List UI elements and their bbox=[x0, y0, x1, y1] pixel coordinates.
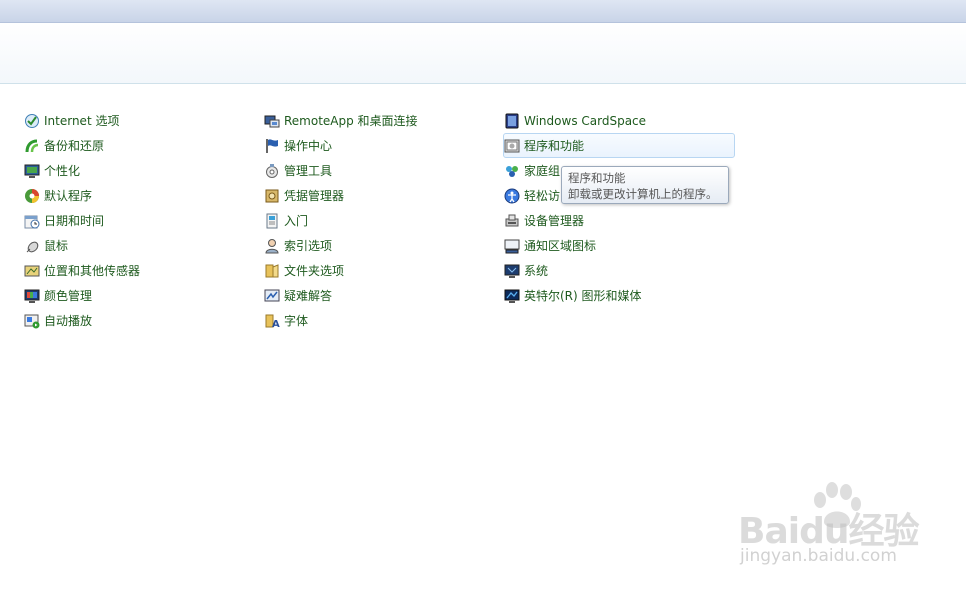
cp-item-label: 自动播放 bbox=[44, 314, 93, 328]
cp-item-credential-manager[interactable]: 凭据管理器 bbox=[263, 183, 495, 208]
cp-item-cardspace[interactable]: Windows CardSpace bbox=[503, 108, 735, 133]
backup-restore-icon bbox=[24, 138, 40, 154]
cp-item-label: 设备管理器 bbox=[524, 214, 585, 228]
homegroup-icon bbox=[504, 163, 520, 179]
cp-item-label: Internet 选项 bbox=[44, 114, 120, 128]
remoteapp-icon bbox=[264, 113, 280, 129]
cp-item-label: 疑难解答 bbox=[284, 289, 333, 303]
cp-item-color-management[interactable]: 颜色管理 bbox=[23, 283, 255, 308]
cp-item-label: 鼠标 bbox=[44, 239, 69, 253]
tooltip-title: 程序和功能 bbox=[568, 171, 626, 185]
tooltip-description: 卸载或更改计算机上的程序。 bbox=[568, 187, 718, 201]
cp-item-label: 字体 bbox=[284, 314, 309, 328]
cp-item-label: 英特尔(R) 图形和媒体 bbox=[524, 289, 642, 303]
cp-item-date-time[interactable]: 日期和时间 bbox=[23, 208, 255, 233]
cp-item-label: RemoteApp 和桌面连接 bbox=[284, 114, 418, 128]
cp-item-label: 管理工具 bbox=[284, 164, 333, 178]
cp-item-label: 程序和功能 bbox=[524, 139, 585, 153]
control-panel-column-1: Internet 选项 备份和还原 个性化 默认程序 日期和时间 鼠标 位置和其… bbox=[23, 108, 255, 333]
date-time-icon bbox=[24, 213, 40, 229]
cp-item-label: 备份和还原 bbox=[44, 139, 105, 153]
notification-icons-icon bbox=[504, 238, 520, 254]
cp-item-label: 通知区域图标 bbox=[524, 239, 597, 253]
cp-item-system[interactable]: 系统 bbox=[503, 258, 735, 283]
watermark-site: jingyan.baidu.com bbox=[740, 546, 897, 566]
cp-item-backup-restore[interactable]: 备份和还原 bbox=[23, 133, 255, 158]
indexing-options-icon bbox=[264, 238, 280, 254]
device-manager-icon bbox=[504, 213, 520, 229]
cp-item-remoteapp[interactable]: RemoteApp 和桌面连接 bbox=[263, 108, 495, 133]
svg-text:A: A bbox=[272, 319, 280, 329]
cp-item-device-manager[interactable]: 设备管理器 bbox=[503, 208, 735, 233]
cp-item-label: 凭据管理器 bbox=[284, 189, 345, 203]
fonts-icon: A bbox=[264, 313, 280, 329]
cp-item-label: 颜色管理 bbox=[44, 289, 93, 303]
cp-item-label: Windows CardSpace bbox=[524, 113, 647, 128]
programs-features-tooltip: 程序和功能 卸载或更改计算机上的程序。 bbox=[561, 166, 729, 204]
cp-item-intel-graphics[interactable]: 英特尔(R) 图形和媒体 bbox=[503, 283, 735, 308]
cp-item-action-center[interactable]: 操作中心 bbox=[263, 133, 495, 158]
cp-item-location-sensors[interactable]: 位置和其他传感器 bbox=[23, 258, 255, 283]
header-band bbox=[0, 23, 966, 84]
cp-item-admin-tools[interactable]: 管理工具 bbox=[263, 158, 495, 183]
cp-item-programs-features[interactable]: 程序和功能 bbox=[503, 133, 735, 158]
programs-features-icon bbox=[504, 138, 520, 154]
control-panel-column-3: Windows CardSpace 程序和功能 家庭组 轻松访问中心 设备管理器… bbox=[503, 108, 735, 308]
color-management-icon bbox=[24, 288, 40, 304]
admin-tools-icon bbox=[264, 163, 280, 179]
cp-item-notification-icons[interactable]: 通知区域图标 bbox=[503, 233, 735, 258]
internet-options-icon bbox=[24, 113, 40, 129]
cp-item-label: 个性化 bbox=[44, 164, 81, 178]
getting-started-icon bbox=[264, 213, 280, 229]
window-top-strip bbox=[0, 0, 966, 23]
cp-item-label: 文件夹选项 bbox=[284, 264, 345, 278]
cp-item-mouse[interactable]: 鼠标 bbox=[23, 233, 255, 258]
cp-item-default-programs[interactable]: 默认程序 bbox=[23, 183, 255, 208]
cp-item-personalization[interactable]: 个性化 bbox=[23, 158, 255, 183]
intel-graphics-icon bbox=[504, 288, 520, 304]
cp-item-label: 默认程序 bbox=[44, 189, 93, 203]
cp-item-label: 系统 bbox=[524, 264, 549, 278]
folder-options-icon bbox=[264, 263, 280, 279]
cp-item-label: 家庭组 bbox=[524, 164, 561, 178]
ease-of-access-icon bbox=[504, 188, 520, 204]
personalization-icon bbox=[24, 163, 40, 179]
action-center-flag-icon bbox=[264, 138, 280, 154]
mouse-icon bbox=[24, 238, 40, 254]
control-panel-column-2: RemoteApp 和桌面连接 操作中心 管理工具 凭据管理器 入门 索引选项 bbox=[263, 108, 495, 333]
default-programs-icon bbox=[24, 188, 40, 204]
location-sensors-icon bbox=[24, 263, 40, 279]
cp-item-label: 入门 bbox=[284, 214, 309, 228]
cp-item-label: 位置和其他传感器 bbox=[44, 264, 141, 278]
cp-item-indexing-options[interactable]: 索引选项 bbox=[263, 233, 495, 258]
cp-item-folder-options[interactable]: 文件夹选项 bbox=[263, 258, 495, 283]
cp-item-fonts[interactable]: A 字体 bbox=[263, 308, 495, 333]
system-icon bbox=[504, 263, 520, 279]
cp-item-label: 操作中心 bbox=[284, 139, 333, 153]
cp-item-getting-started[interactable]: 入门 bbox=[263, 208, 495, 233]
troubleshooting-icon bbox=[264, 288, 280, 304]
cp-item-label: 索引选项 bbox=[284, 239, 333, 253]
cp-item-autoplay[interactable]: 自动播放 bbox=[23, 308, 255, 333]
cardspace-icon bbox=[504, 113, 520, 129]
cp-item-internet-options[interactable]: Internet 选项 bbox=[23, 108, 255, 133]
baidu-watermark: Baidu经验 jingyan.baidu.com bbox=[738, 480, 948, 572]
autoplay-icon bbox=[24, 313, 40, 329]
credential-manager-icon bbox=[264, 188, 280, 204]
cp-item-label: 日期和时间 bbox=[44, 214, 105, 228]
cp-item-troubleshooting[interactable]: 疑难解答 bbox=[263, 283, 495, 308]
